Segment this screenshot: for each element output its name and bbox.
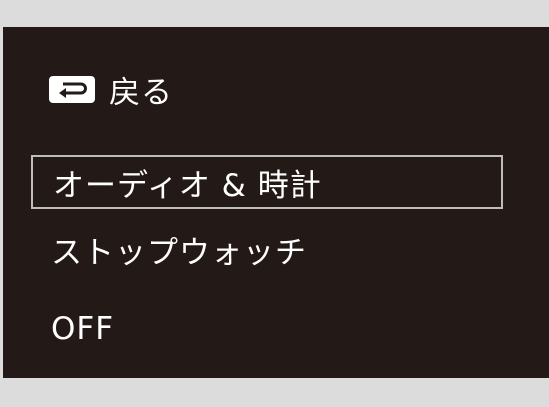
menu-item-audio-clock[interactable]: オーディオ & 時計 xyxy=(31,155,503,209)
return-arrow-icon xyxy=(49,75,95,103)
menu-item-label: ストップウォッチ xyxy=(51,234,307,271)
menu-screen: 戻る オーディオ & 時計 ストップウォッチ OFF xyxy=(3,27,549,378)
back-button[interactable]: 戻る xyxy=(31,63,503,115)
menu-item-label: OFF xyxy=(51,311,115,347)
menu-item-label: オーディオ & 時計 xyxy=(53,167,322,204)
menu-item-off[interactable]: OFF xyxy=(31,303,503,355)
back-label: 戻る xyxy=(109,74,173,111)
menu-item-stopwatch[interactable]: ストップウォッチ xyxy=(31,223,503,275)
